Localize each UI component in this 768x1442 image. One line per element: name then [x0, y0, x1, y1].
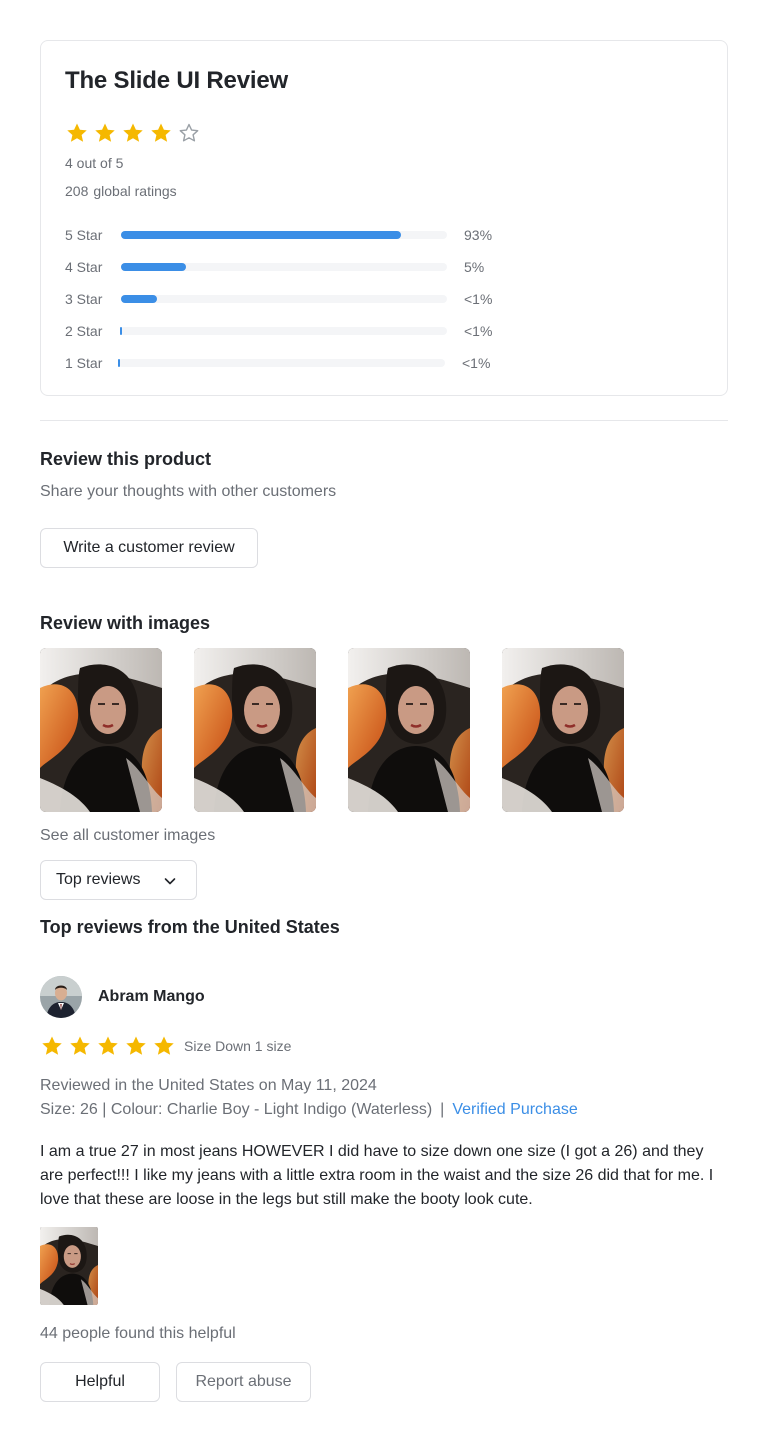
avatar-image: [40, 976, 82, 1018]
bar-percent: 5%: [464, 259, 485, 275]
bar-track: [121, 295, 447, 303]
size-note: Size Down 1 size: [184, 1038, 292, 1054]
bar-fill: [121, 295, 157, 303]
bar-track: [121, 263, 447, 271]
bar-label: 5 Star: [65, 227, 103, 243]
star-filled-icon: [96, 1034, 120, 1058]
star-filled-icon: [124, 1034, 148, 1058]
star-filled-icon: [149, 121, 173, 145]
star-filled-icon: [152, 1034, 176, 1058]
review-product-heading: Review this product: [40, 449, 212, 469]
ratings-suffix: global ratings: [93, 183, 177, 199]
meta-separator: |: [440, 1101, 445, 1118]
review-rating-stars: Size Down 1 size: [40, 1034, 291, 1058]
review-date: Reviewed in the United States on May 11,…: [40, 1077, 377, 1094]
customer-image-thumbnail[interactable]: [194, 648, 316, 812]
reviewer-name: Abram Mango: [98, 988, 205, 1005]
chevron-down-icon: [164, 878, 176, 885]
bar-fill: [120, 327, 122, 335]
sort-dropdown[interactable]: Top reviews: [40, 860, 197, 900]
helpful-count: 44 people found this helpful: [40, 1325, 236, 1342]
write-review-button[interactable]: Write a customer review: [40, 528, 258, 568]
review-image-thumbnail[interactable]: [40, 1226, 98, 1306]
images-heading: Review with images: [40, 613, 211, 633]
average-rating-stars: [65, 121, 201, 145]
review-product-subtext: Share your thoughts with other customers: [40, 483, 337, 500]
customer-image-thumbnail[interactable]: [348, 648, 470, 812]
bar-track: [120, 327, 447, 335]
bar-fill: [118, 359, 120, 367]
rating-bar-4[interactable]: 4 Star 5%: [65, 257, 505, 277]
bar-percent: <1%: [462, 355, 491, 371]
bar-label: 2 Star: [65, 323, 103, 339]
sort-selected-label: Top reviews: [56, 871, 141, 888]
bar-label: 1 Star: [65, 355, 103, 371]
rating-bar-5[interactable]: 5 Star 93%: [65, 225, 505, 245]
rating-text: 4 out of 5: [65, 155, 124, 171]
see-all-images-link[interactable]: See all customer images: [40, 827, 215, 845]
bar-fill: [121, 263, 187, 271]
customer-photo: [348, 648, 470, 812]
helpful-button[interactable]: Helpful: [40, 1362, 160, 1402]
rating-bar-2[interactable]: 2 Star <1%: [65, 321, 505, 341]
star-filled-icon: [121, 121, 145, 145]
section-divider: [40, 420, 728, 421]
review-photo: [40, 1226, 98, 1306]
bar-track: [121, 231, 447, 239]
star-filled-icon: [93, 121, 117, 145]
star-filled-icon: [68, 1034, 92, 1058]
page-title: The Slide UI Review: [65, 67, 288, 94]
rating-bar-3[interactable]: 3 Star <1%: [65, 289, 505, 309]
star-filled-icon: [40, 1034, 64, 1058]
bar-percent: 93%: [464, 227, 493, 243]
star-filled-icon: [65, 121, 89, 145]
global-ratings: 208 global ratings: [65, 183, 177, 199]
bar-fill: [121, 231, 402, 239]
customer-photo: [502, 648, 624, 812]
customer-photo: [194, 648, 316, 812]
bar-label: 3 Star: [65, 291, 103, 307]
review-meta: Size: 26 | Colour: Charlie Boy - Light I…: [40, 1101, 578, 1119]
star-empty-icon: [177, 121, 201, 145]
bar-percent: <1%: [464, 323, 493, 339]
bar-label: 4 Star: [65, 259, 103, 275]
ratings-count: 208: [65, 183, 89, 199]
rating-bar-1[interactable]: 1 Star <1%: [65, 353, 505, 373]
ratings-summary-card: The Slide UI Review 4 out of 5 208 global…: [40, 40, 728, 396]
verified-purchase-badge[interactable]: Verified Purchase: [452, 1101, 577, 1118]
avatar: [40, 976, 82, 1018]
report-abuse-button[interactable]: Report abuse: [176, 1362, 311, 1402]
top-reviews-heading: Top reviews from the United States: [40, 917, 340, 937]
customer-photo: [40, 648, 162, 812]
size-colour: Size: 26 | Colour: Charlie Boy - Light I…: [40, 1101, 433, 1118]
bar-percent: <1%: [464, 291, 493, 307]
review-body: I am a true 27 in most jeans HOWEVER I d…: [40, 1143, 714, 1208]
customer-image-thumbnail[interactable]: [502, 648, 624, 812]
bar-track: [118, 359, 445, 367]
customer-image-thumbnail[interactable]: [40, 648, 162, 812]
